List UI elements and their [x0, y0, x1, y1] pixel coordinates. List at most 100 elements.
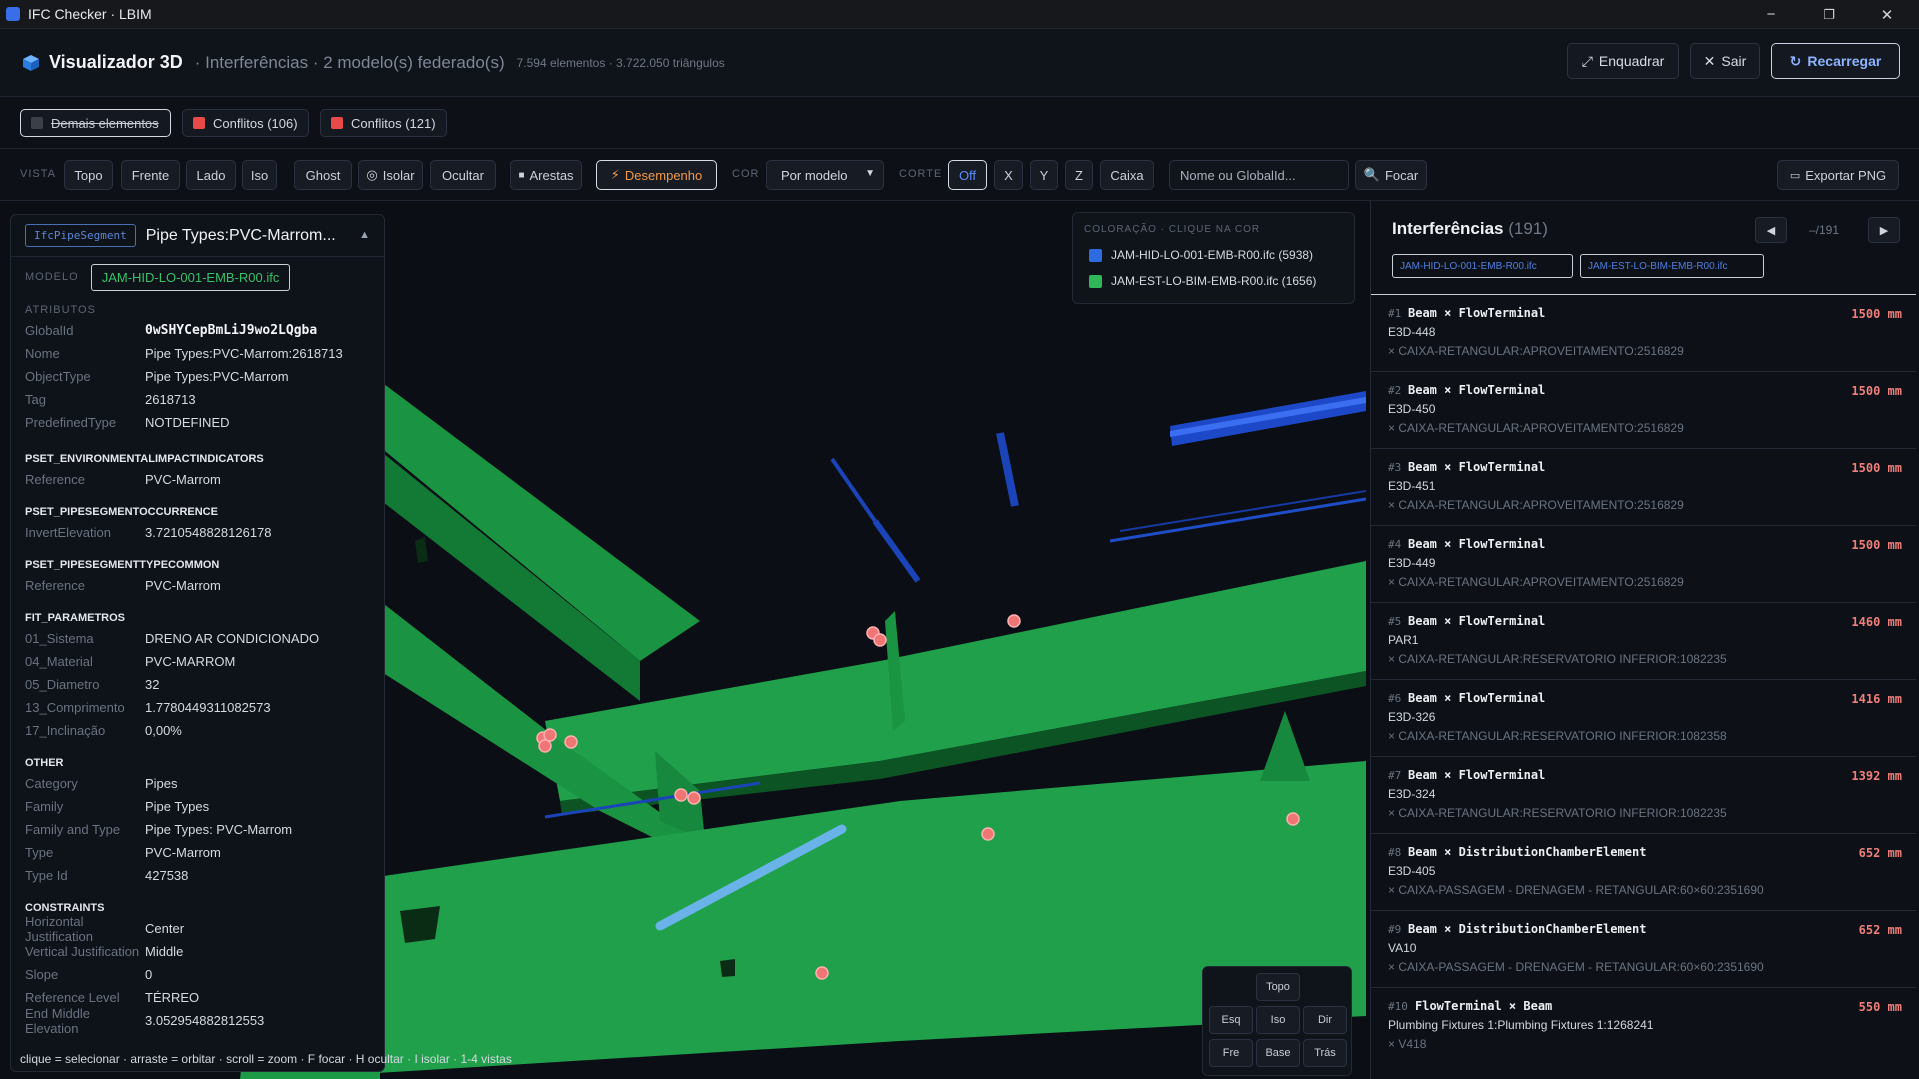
next-button[interactable]: ▶: [1868, 217, 1900, 243]
view-top-button[interactable]: Topo: [64, 160, 113, 190]
color-swatch[interactable]: [1089, 248, 1102, 262]
layer-chip-other-elements[interactable]: Demais elementos: [20, 109, 171, 137]
interference-item[interactable]: #6 Beam × FlowTerminal 1416 mm E3D-326 ×…: [1371, 679, 1916, 756]
ghost-button[interactable]: Ghost: [294, 160, 352, 190]
viewcube-iso[interactable]: Iso: [1256, 1006, 1300, 1034]
property-row: Type Id 427538: [11, 864, 384, 887]
exit-button[interactable]: ✕ Sair: [1690, 43, 1760, 79]
layer-toggle-row: Demais elementos Conflitos (106) Conflit…: [0, 97, 1919, 149]
property-value: PVC-Marrom: [145, 845, 221, 860]
minimize-button[interactable]: −: [1742, 0, 1800, 29]
interference-item[interactable]: #8 Beam × DistributionChamberElement 652…: [1371, 833, 1916, 910]
property-value: Pipe Types:PVC-Marrom:2618713: [145, 346, 343, 361]
color-swatch[interactable]: [1089, 274, 1102, 288]
properties-body: ATRIBUTOS GlobalId 0wSHYCepBmLiJ9wo2LQgb…: [11, 297, 384, 1036]
restore-button[interactable]: ❐: [1800, 0, 1858, 29]
interference-item[interactable]: #4 Beam × FlowTerminal 1500 mm E3D-449 ×…: [1371, 525, 1916, 602]
property-key: Nome: [25, 346, 60, 361]
interference-distance: 652 mm: [1858, 923, 1902, 937]
cut-z-button[interactable]: Z: [1065, 160, 1093, 190]
prev-button[interactable]: ◀: [1755, 217, 1787, 243]
interference-item[interactable]: #5 Beam × FlowTerminal 1460 mm PAR1 × CA…: [1371, 602, 1916, 679]
interference-item[interactable]: #1 Beam × FlowTerminal 1500 mm E3D-448 ×…: [1371, 294, 1916, 371]
viewcube-base[interactable]: Base: [1256, 1039, 1300, 1067]
interference-item[interactable]: #2 Beam × FlowTerminal 1500 mm E3D-450 ×…: [1371, 371, 1916, 448]
cut-off-button[interactable]: Off: [948, 160, 987, 190]
focus-button[interactable]: 🔍 Focar: [1355, 160, 1427, 190]
viewcube-top[interactable]: Topo: [1256, 973, 1300, 1001]
hide-button[interactable]: Ocultar: [430, 160, 496, 190]
element-b: × CAIXA-RETANGULAR:RESERVATORIO INFERIOR…: [1388, 729, 1727, 743]
view-front-button[interactable]: Frente: [121, 160, 180, 190]
filter-chip-hid[interactable]: JAM-HID-LO-001-EMB-R00.ifc: [1392, 254, 1573, 278]
section-header: PSET_ENVIRONMENTALIMPACTINDICATORS: [25, 453, 264, 465]
lightning-icon: ⚡: [610, 167, 620, 182]
opening: [400, 906, 440, 943]
interference-distance: 1416 mm: [1851, 692, 1902, 706]
interference-item[interactable]: #10 FlowTerminal × Beam 550 mm Plumbing …: [1371, 987, 1916, 1064]
view-iso-button[interactable]: Iso: [242, 160, 277, 190]
export-png-button[interactable]: ▭ Exportar PNG: [1777, 160, 1899, 190]
property-value: Pipes: [145, 776, 178, 791]
property-value: 427538: [145, 868, 189, 883]
layer-chip-conflicts-106[interactable]: Conflitos (106): [182, 109, 309, 137]
page-title: Visualizador 3D: [49, 52, 183, 72]
interference-number: #7: [1388, 769, 1402, 782]
legend-item-est[interactable]: JAM-EST-LO-BIM-EMB-R00.ifc (1656): [1089, 274, 1316, 288]
interference-number: #1: [1388, 307, 1402, 320]
element-b: × CAIXA-RETANGULAR:RESERVATORIO INFERIOR…: [1388, 806, 1727, 820]
element-b: × CAIXA-RETANGULAR:APROVEITAMENTO:251682…: [1388, 575, 1684, 589]
edges-button[interactable]: ■ Arestas: [510, 160, 582, 190]
cut-y-button[interactable]: Y: [1030, 160, 1058, 190]
element-a: E3D-450: [1388, 402, 1436, 416]
property-key: Slope: [25, 967, 59, 982]
property-row: 01_Sistema DRENO AR CONDICIONADO: [11, 627, 384, 650]
viewcube-right[interactable]: Dir: [1303, 1006, 1347, 1034]
section-header: PSET_PIPESEGMENTTYPECOMMON: [25, 559, 220, 571]
property-value: Middle: [145, 944, 184, 959]
view-side-button[interactable]: Lado: [186, 160, 236, 190]
color-legend: COLORAÇÃO · CLIQUE NA COR JAM-HID-LO-001…: [1072, 212, 1355, 304]
cut-label: CORTE: [899, 168, 943, 180]
fit-button[interactable]: ⤢ Enquadrar: [1567, 43, 1679, 79]
interference-item[interactable]: #3 Beam × FlowTerminal 1500 mm E3D-451 ×…: [1371, 448, 1916, 525]
element-a: E3D-451: [1388, 479, 1436, 493]
view-cube: Topo Esq Iso Dir Fre Base Trás: [1202, 966, 1352, 1076]
performance-button[interactable]: ⚡ Desempenho: [596, 160, 717, 190]
search-input[interactable]: Nome ou GlobalId...: [1169, 160, 1349, 190]
viewcube-left[interactable]: Esq: [1209, 1006, 1253, 1034]
property-row: InvertElevation 3.7210548828126178: [11, 521, 384, 544]
viewcube-front[interactable]: Fre: [1209, 1039, 1253, 1067]
property-value: 32: [145, 677, 160, 692]
properties-panel: IfcPipeSegment Pipe Types:PVC-Marrom... …: [10, 214, 385, 1072]
viewcube-back[interactable]: Trás: [1303, 1039, 1347, 1067]
color-mode-select[interactable]: Por modelo ▼: [766, 160, 884, 190]
property-value: PVC-Marrom: [145, 472, 221, 487]
collapse-icon[interactable]: ▲: [359, 229, 370, 241]
legend-item-hid[interactable]: JAM-HID-LO-001-EMB-R00.ifc (5938): [1089, 248, 1313, 262]
interference-item[interactable]: #7 Beam × FlowTerminal 1392 mm E3D-324 ×…: [1371, 756, 1916, 833]
property-row: ObjectType Pipe Types:PVC-Marrom: [11, 365, 384, 388]
element-a: Plumbing Fixtures 1:Plumbing Fixtures 1:…: [1388, 1018, 1654, 1032]
filter-chip-est[interactable]: JAM-EST-LO-BIM-EMB-R00.ifc: [1580, 254, 1764, 278]
property-key: Vertical Justification: [25, 944, 140, 959]
close-button[interactable]: ✕: [1858, 0, 1916, 29]
property-key: Family and Type: [25, 822, 121, 837]
reload-button[interactable]: ↻ Recarregar: [1771, 43, 1900, 79]
cut-box-button[interactable]: Caixa: [1100, 160, 1154, 190]
property-key: GlobalId: [25, 323, 74, 338]
property-row: Category Pipes: [11, 772, 384, 795]
refresh-icon: ↻: [1789, 52, 1802, 69]
isolate-button[interactable]: ◎ Isolar: [358, 160, 423, 190]
interference-item[interactable]: #9 Beam × DistributionChamberElement 652…: [1371, 910, 1916, 987]
property-key: Type: [25, 845, 54, 860]
element-a: E3D-405: [1388, 864, 1436, 878]
element-title: Pipe Types:PVC-Marrom...: [145, 226, 336, 244]
cut-x-button[interactable]: X: [994, 160, 1023, 190]
section-header: OTHER: [25, 757, 64, 769]
interference-title: Beam × FlowTerminal: [1408, 383, 1546, 397]
model-stats: 7.594 elementos · 3.722.050 triângulos: [516, 55, 725, 70]
model-row: MODELO JAM-HID-LO-001-EMB-R00.ifc: [11, 257, 384, 297]
element-a: VA10: [1388, 941, 1417, 955]
layer-chip-conflicts-121[interactable]: Conflitos (121): [320, 109, 447, 137]
